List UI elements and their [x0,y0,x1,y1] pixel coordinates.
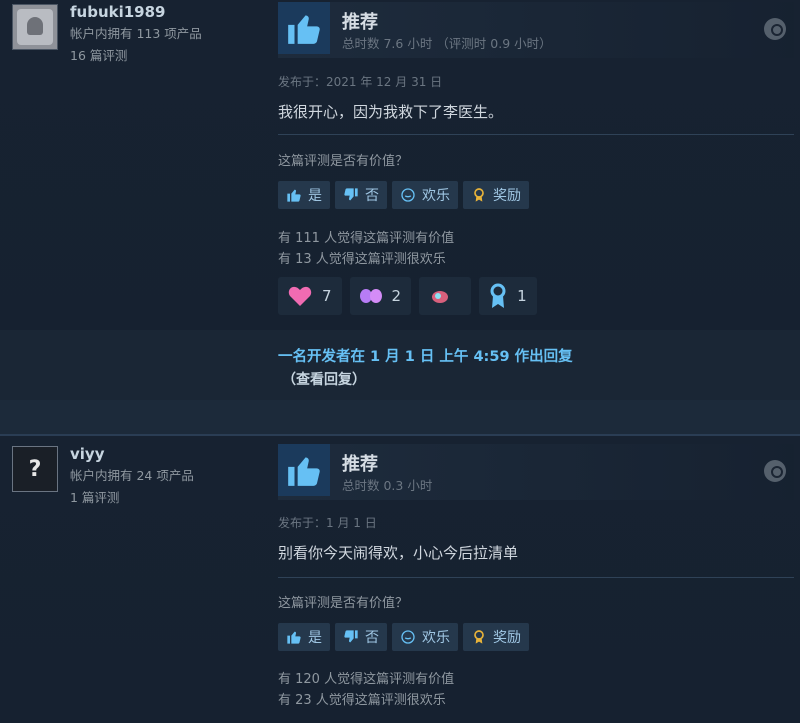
thumbs-down-icon [344,630,358,643]
see-reply-link[interactable]: （查看回复） [282,369,366,389]
award-small[interactable] [419,277,472,315]
developer-reply-link[interactable]: 一名开发者在 1 月 1 日 上午 4:59 作出回复 [278,345,573,366]
vote-funny-label: 欢乐 [422,630,450,646]
award-ribbon-icon [474,188,484,202]
divider [278,134,794,135]
vote-funny-label: 欢乐 [422,188,450,204]
award-wings[interactable]: 2 [349,277,412,315]
vote-funny-button[interactable]: 欢乐 [392,623,458,651]
recommend-title: 推荐 [342,12,378,33]
wings-award-icon [359,289,382,303]
review-card: ? viyy 帐户内拥有 24 项产品 1 篇评测 推荐 总时数 0.3 小时 … [0,436,800,723]
review-card: fubuki1989 帐户内拥有 113 项产品 16 篇评测 推荐 总时数 7… [0,0,800,400]
review-count[interactable]: 16 篇评测 [70,46,127,65]
award-label: 奖励 [493,188,521,204]
vote-buttons: 是 否 欢乐 奖励 [278,623,529,651]
award-ribbon[interactable]: 1 [479,277,537,315]
vote-yes-button[interactable]: 是 [278,181,330,209]
award-heart[interactable]: 7 [278,277,342,315]
vote-funny-button[interactable]: 欢乐 [392,181,458,209]
helpful-question: 这篇评测是否有价值？ [278,154,409,169]
ribbon-award-icon [490,283,506,308]
thumbs-down-icon [344,188,358,201]
owned-products[interactable]: 帐户内拥有 24 项产品 [70,466,194,485]
award-button[interactable]: 奖励 [463,181,529,209]
posted-date: 发布于：1 月 1 日 [278,516,377,530]
funny-count: 有 23 人觉得这篇评测很欢乐 [278,693,446,708]
review-count[interactable]: 1 篇评测 [70,488,119,507]
playtime: 总时数 7.6 小时 （评测时 0.9 小时） [342,36,552,51]
smiley-icon [401,188,415,202]
username[interactable]: fubuki1989 [70,3,166,21]
smiley-icon [401,630,415,644]
steam-icon [764,460,786,482]
helpful-count: 有 111 人觉得这篇评测有价值 [278,231,455,246]
thumbs-up-icon [278,444,330,496]
award-ribbon-icon [474,630,484,644]
vote-no-label: 否 [365,630,379,646]
avatar-placeholder-icon: ? [28,456,42,482]
owned-products[interactable]: 帐户内拥有 113 项产品 [70,24,202,43]
recommend-title: 推荐 [342,454,378,475]
avatar[interactable]: ? [12,446,58,492]
review-header[interactable]: 推荐 总时数 0.3 小时 [278,444,794,500]
awards-row: 7 2 1 [278,277,537,315]
vote-no-button[interactable]: 否 [335,181,387,209]
divider [278,577,794,578]
vote-yes-label: 是 [308,630,322,646]
playtime: 总时数 0.3 小时 [342,478,433,493]
vote-yes-label: 是 [308,188,322,204]
vote-yes-button[interactable]: 是 [278,623,330,651]
thumbs-up-icon [287,631,301,644]
bubble-award-icon [432,291,449,303]
avatar[interactable] [12,4,58,50]
thumbs-up-icon [287,189,301,202]
helpful-question: 这篇评测是否有价值？ [278,596,409,611]
review-header[interactable]: 推荐 总时数 7.6 小时 （评测时 0.9 小时） [278,2,794,58]
username[interactable]: viyy [70,445,104,463]
vote-no-label: 否 [365,188,379,204]
vote-buttons: 是 否 欢乐 奖励 [278,181,529,209]
section-separator [0,400,800,436]
thumbs-up-icon [278,2,330,54]
award-wings-count: 2 [391,287,402,305]
heart-award-icon [288,286,312,306]
helpful-count: 有 120 人觉得这篇评测有价值 [278,672,455,687]
award-button[interactable]: 奖励 [463,623,529,651]
award-label: 奖励 [493,630,521,646]
review-text: 别看你今天闹得欢，小心今后拉清单 [278,544,519,562]
award-ribbon-count: 1 [517,287,527,305]
funny-count: 有 13 人觉得这篇评测很欢乐 [278,252,446,267]
award-heart-count: 7 [322,287,332,305]
vote-no-button[interactable]: 否 [335,623,387,651]
posted-date: 发布于：2021 年 12 月 31 日 [278,75,443,89]
steam-icon [764,18,786,40]
review-text: 我很开心，因为我救下了李医生。 [278,103,504,121]
